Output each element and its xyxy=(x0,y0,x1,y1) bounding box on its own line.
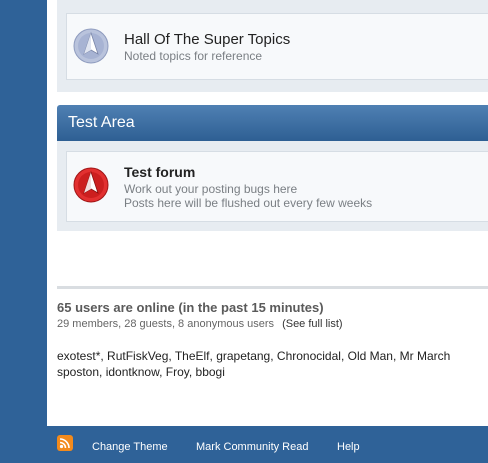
help-link[interactable]: Help xyxy=(337,441,360,453)
forum-description-line1: Work out your posting bugs here xyxy=(124,182,298,196)
see-full-list-link[interactable]: (See full list) xyxy=(282,318,343,330)
mark-community-read-link[interactable]: Mark Community Read xyxy=(196,441,308,453)
online-user-list: exotest*, RutFiskVeg, TheElf, grapetang,… xyxy=(57,348,488,380)
forum-row-super-topics[interactable]: Hall Of The Super Topics Noted topics fo… xyxy=(66,13,488,80)
forum-title[interactable]: Test forum xyxy=(124,164,195,180)
user-list-line[interactable]: sposton, idontknow, Froy, bbogi xyxy=(57,364,488,380)
forum-row-test-forum[interactable]: Test forum Work out your posting bugs he… xyxy=(66,151,488,222)
user-list-line[interactable]: exotest*, RutFiskVeg, TheElf, grapetang,… xyxy=(57,348,488,364)
forum-description-line2: Posts here will be flushed out every few… xyxy=(124,196,373,210)
forum-title[interactable]: Hall Of The Super Topics xyxy=(124,31,290,48)
online-counts: 29 members, 28 guests, 8 anonymous users xyxy=(57,318,275,330)
online-users-heading: 65 users are online (in the past 15 minu… xyxy=(57,300,324,315)
forum-description: Noted topics for reference xyxy=(124,49,263,63)
page-content: Hall Of The Super Topics Noted topics fo… xyxy=(47,0,488,426)
category-header[interactable]: Test Area xyxy=(57,105,488,141)
online-users-summary: 29 members, 28 guests, 8 anonymous users… xyxy=(57,318,343,330)
forum-read-icon xyxy=(73,28,109,64)
category-title[interactable]: Test Area xyxy=(68,114,135,132)
divider xyxy=(57,286,488,289)
forum-unread-icon xyxy=(73,167,109,203)
rss-icon[interactable] xyxy=(57,435,73,451)
change-theme-link[interactable]: Change Theme xyxy=(92,441,168,453)
